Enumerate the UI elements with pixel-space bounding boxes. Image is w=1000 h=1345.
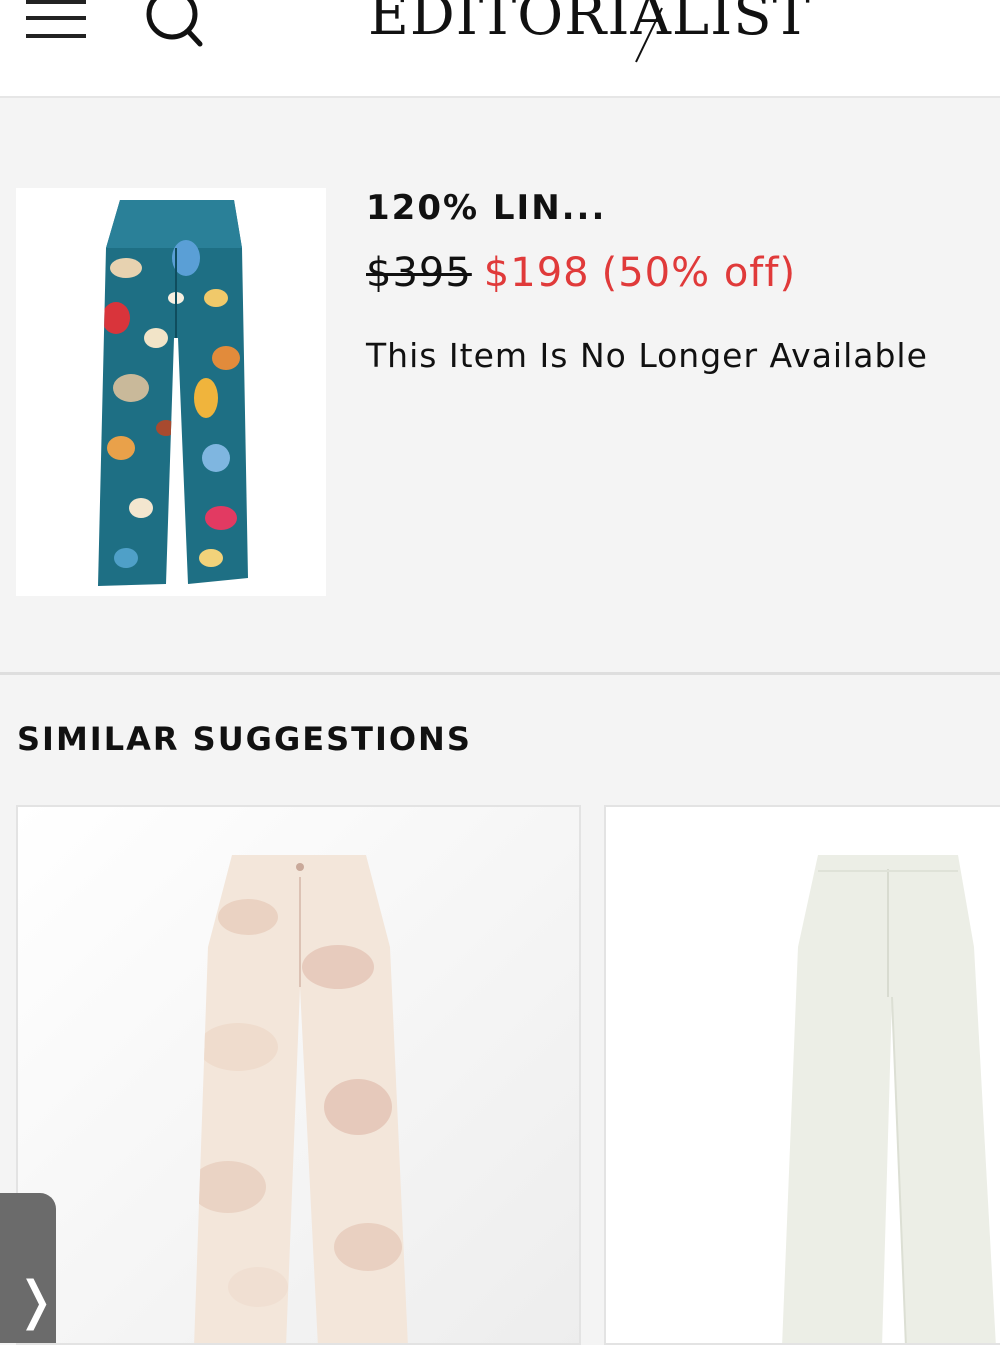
chevron-right-icon: ❭ [14,1271,58,1331]
side-expand-tab[interactable]: ❭ [0,1193,58,1343]
search-icon[interactable] [142,0,206,48]
logo-accent-stroke [635,7,663,63]
original-price: $395 [366,250,472,296]
product-section: 120% LIN... $395 $198 (50% off) This Item … [0,98,1000,672]
similar-suggestions-title: SIMILAR SUGGESTIONS [17,720,472,758]
availability-status: This Item Is No Longer Available [366,336,928,375]
sale-price: $198 [483,250,590,296]
price-row: $395 $198 (50% off) [366,250,796,296]
site-logo[interactable]: EDITORIALIST [368,0,828,62]
product-name[interactable]: 120% LIN... [366,188,606,228]
discount-label: (50% off) [601,250,797,296]
product-image[interactable] [16,188,326,596]
section-divider [0,672,1000,675]
butterfly-print-pants-image [98,200,248,586]
suggestion-card[interactable] [16,805,581,1345]
hamburger-menu-icon[interactable] [26,0,88,44]
white-wide-leg-pants-image [606,807,1000,1343]
top-header: EDITORIALIST [0,0,1000,98]
camouflage-linen-pants-image [18,807,579,1343]
suggestion-card[interactable] [604,805,1000,1345]
